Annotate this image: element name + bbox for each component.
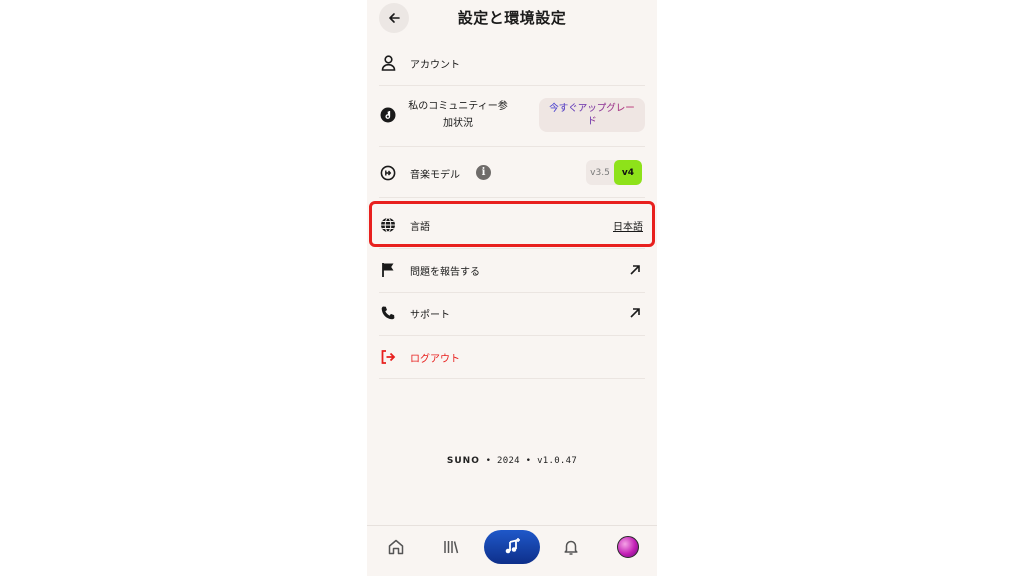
music-model-label: 音楽モデル [410, 169, 460, 181]
logout-label: ログアウト [410, 353, 460, 365]
language-label: 言語 [410, 221, 430, 233]
support-row[interactable]: サポート [367, 302, 657, 324]
divider [379, 378, 645, 379]
footer-year: 2024 [497, 456, 520, 466]
divider [379, 197, 645, 198]
tab-home[interactable] [385, 536, 407, 558]
bell-icon [564, 540, 578, 555]
account-label: アカウント [410, 59, 460, 71]
divider [379, 146, 645, 147]
flag-icon [379, 261, 397, 279]
globe-icon [379, 216, 397, 234]
account-row[interactable]: アカウント [367, 52, 657, 74]
page-title: 設定と環境設定 [457, 9, 567, 27]
info-icon[interactable]: i [476, 165, 491, 180]
upgrade-now-button[interactable]: 今すぐアップグレー ド [539, 98, 645, 132]
header: 設定と環境設定 [367, 0, 657, 40]
version-number: v1.0.47 [537, 456, 578, 466]
external-link-icon [630, 308, 640, 318]
divider [379, 335, 645, 336]
support-label: サポート [410, 309, 450, 321]
community-label-line2: 加状況 [443, 118, 473, 129]
tab-library[interactable] [440, 536, 462, 558]
community-label: 私のコミュニティー参 加状況 [403, 98, 513, 132]
brand-name: SUNO [446, 456, 480, 466]
external-link-icon [630, 265, 640, 275]
app-version: SUNO • 2024 • v1.0.47 [446, 456, 578, 466]
divider [379, 248, 645, 249]
user-icon [379, 54, 397, 72]
report-issue-label: 問題を報告する [410, 266, 480, 278]
settings-screen: 設定と環境設定 アカウント 私のコミュニティー参 加状況 今すぐアップグレー ド… [367, 0, 657, 576]
library-icon [444, 541, 459, 554]
divider [379, 85, 645, 86]
music-note-icon [379, 106, 397, 124]
avatar[interactable] [617, 536, 639, 558]
community-label-line1: 私のコミュニティー参 [408, 101, 508, 112]
create-music-icon [505, 538, 520, 554]
home-icon [388, 539, 404, 555]
divider [379, 292, 645, 293]
language-value[interactable]: 日本語 [613, 218, 643, 233]
report-issue-row[interactable]: 問題を報告する [367, 259, 657, 281]
language-row[interactable]: 言語 日本語 [367, 214, 657, 236]
logout-icon [379, 348, 397, 366]
create-button[interactable] [484, 530, 540, 564]
model-option-v4[interactable]: v4 [614, 160, 642, 185]
model-version-toggle: v3.5 v4 [586, 160, 642, 185]
logout-row[interactable]: ログアウト [367, 346, 657, 368]
upgrade-label: 今すぐアップグレー ド [549, 103, 635, 127]
tab-notifications[interactable] [560, 536, 582, 558]
model-option-v3-5[interactable]: v3.5 [586, 160, 614, 185]
model-icon [379, 164, 397, 182]
bottom-tab-bar [367, 525, 657, 576]
phone-icon [379, 304, 397, 322]
